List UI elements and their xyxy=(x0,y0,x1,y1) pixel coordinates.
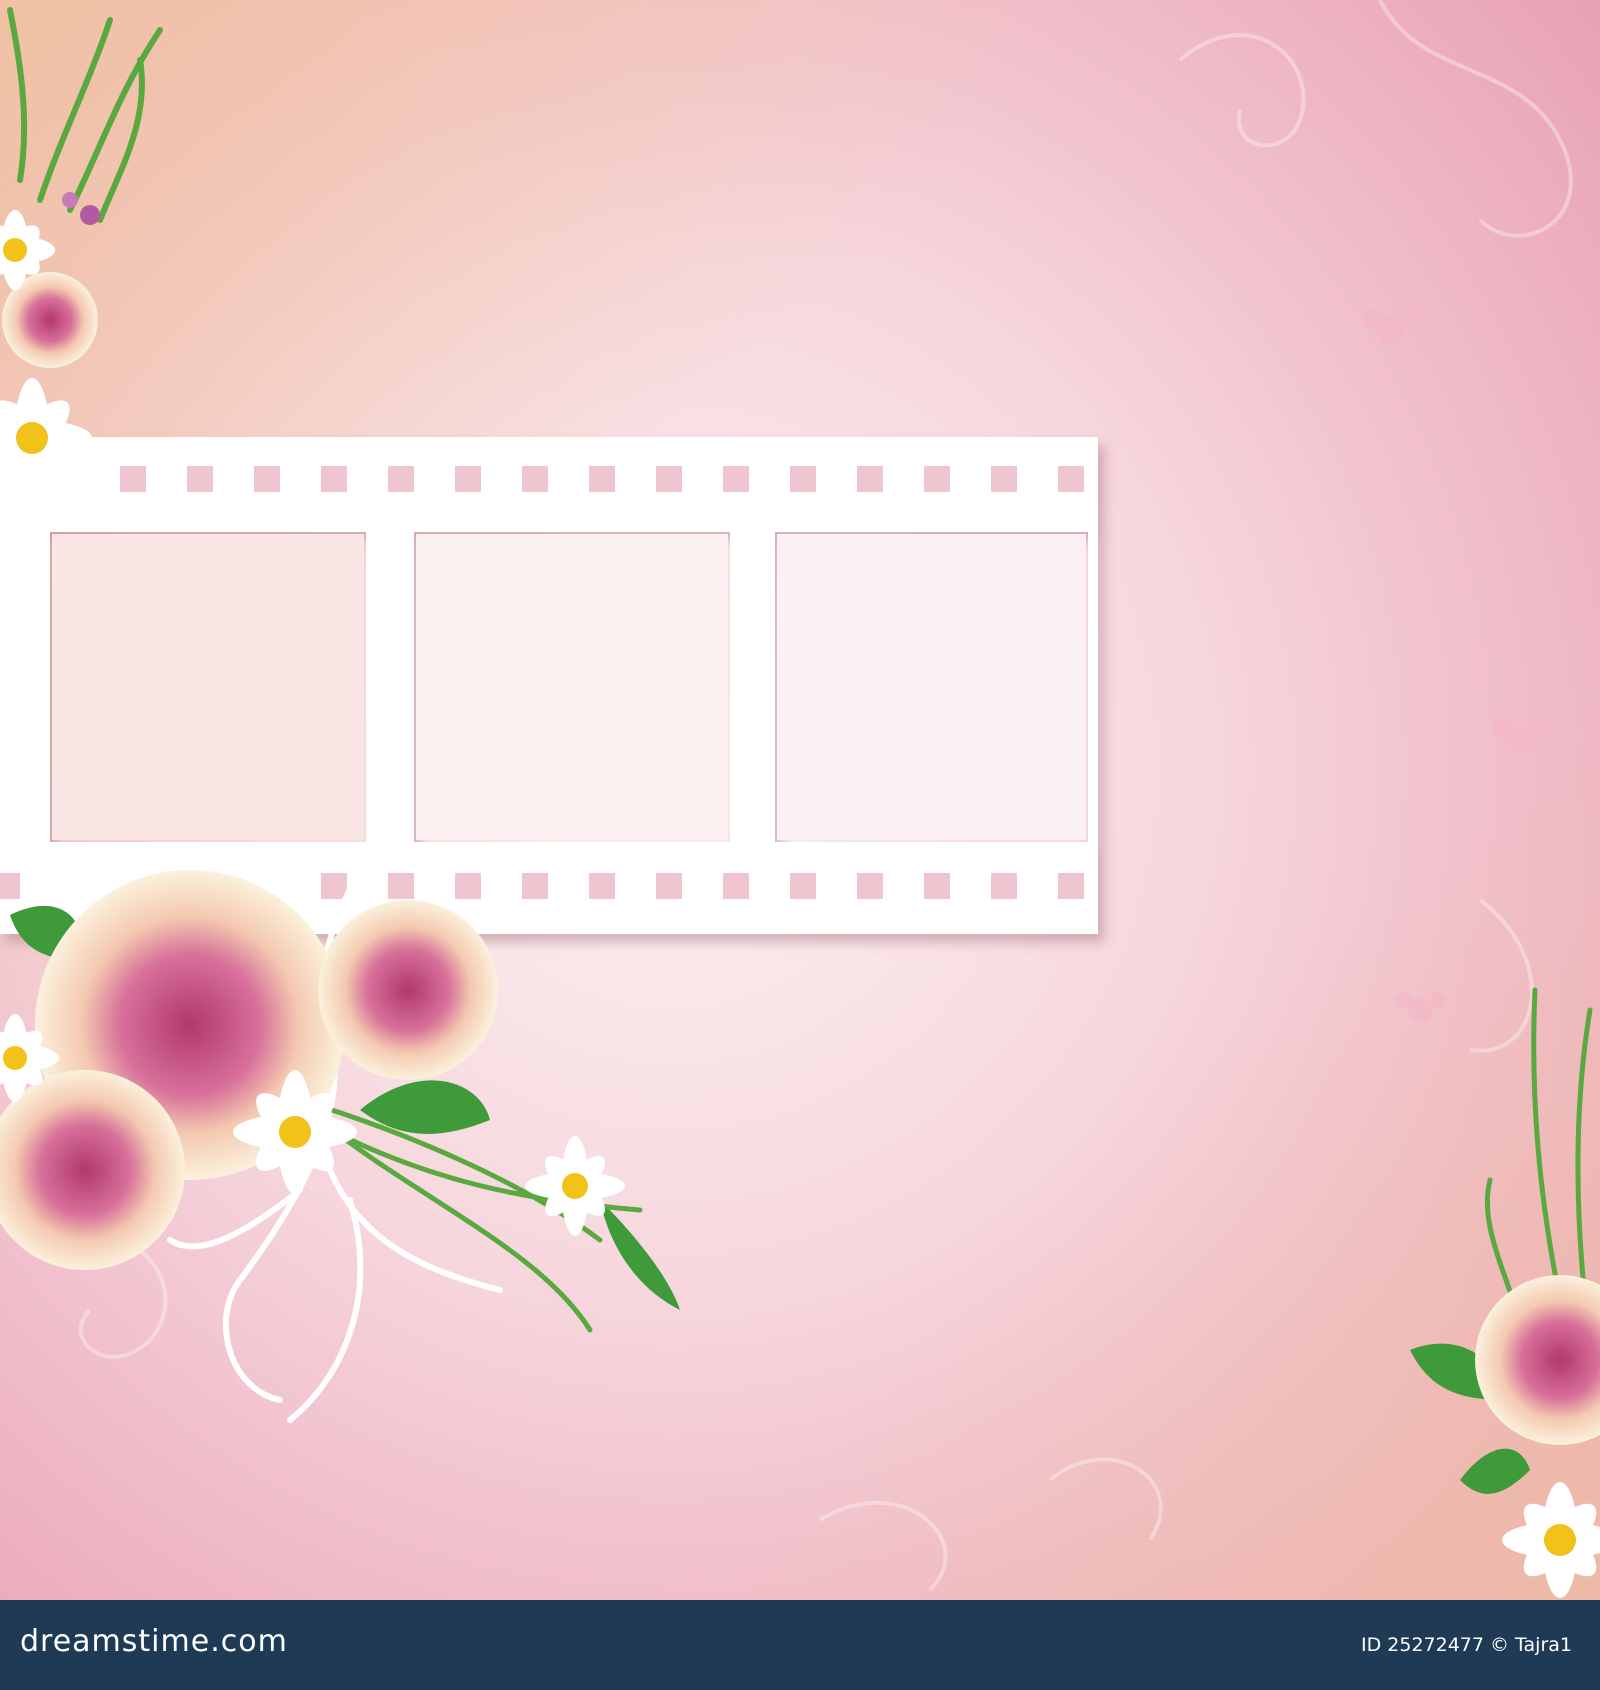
site-logo: dreamstime.com xyxy=(20,1624,288,1659)
rose-icon xyxy=(318,900,498,1080)
textured-background xyxy=(0,0,1600,1600)
photo-frame-card xyxy=(0,0,1600,1600)
photo-frame-3 xyxy=(777,534,1086,840)
watermark-footer: dreamstime.com ID 25272477 © Tajra1 xyxy=(0,1600,1600,1690)
image-id-credit: ID 25272477 © Tajra1 xyxy=(1361,1634,1572,1656)
photo-frame-1 xyxy=(52,534,364,840)
photo-frames xyxy=(52,534,1086,840)
photo-frame-2 xyxy=(416,534,728,840)
